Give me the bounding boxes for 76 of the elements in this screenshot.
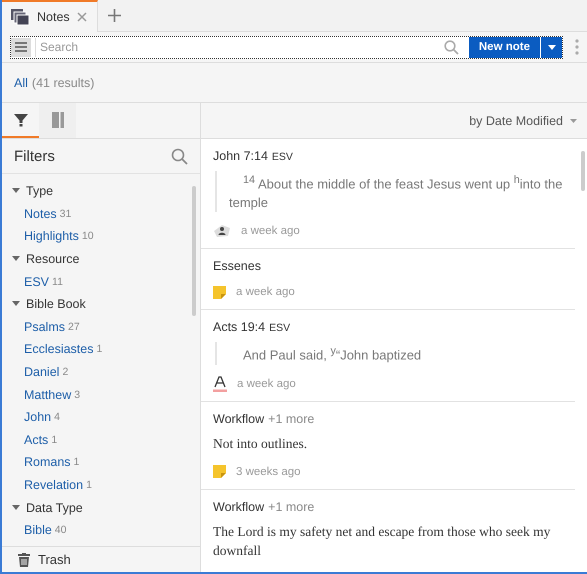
highlight-icon [213,376,227,392]
more-tags: +1 more [268,412,314,426]
filter-count: 3 [74,388,80,401]
note-title[interactable]: John 7:14 [213,149,268,163]
note-body: The Lord is my safety net and escape from those who seek my downfall [213,522,552,560]
filter-count: 1 [51,434,58,446]
note-title[interactable]: Essenes [213,259,261,274]
menu-icon[interactable] [14,41,28,53]
note-time: a week ago [241,225,300,238]
note-body: Not into outlines. [213,434,308,453]
sticky-note-icon [213,465,226,478]
close-icon[interactable] [76,12,87,22]
caret-icon[interactable] [12,301,20,308]
menu-button[interactable] [11,38,31,56]
filter-item[interactable]: Daniel [24,365,60,380]
filter-group[interactable]: Data Type [2,496,192,519]
caret-icon[interactable] [570,118,577,122]
filters-title: Filters [14,148,55,164]
filter-count: 10 [82,230,94,242]
filter-count: 31 [60,208,72,220]
search-bar[interactable]: Search New note [10,36,563,58]
tab-label: Notes [37,10,70,24]
filter-item[interactable]: John [24,410,52,424]
caret-icon[interactable] [12,188,20,194]
book-icon[interactable] [52,112,64,128]
sticky-note-icon [213,286,226,299]
filter-count: 1 [86,479,92,492]
sort-dropdown[interactable]: by Date Modified [469,114,577,128]
filter-item[interactable]: Matthew [24,388,72,402]
filter-count: 2 [62,366,68,378]
filter-item[interactable]: Notes [24,206,57,221]
filter-item[interactable]: Ecclesiastes [24,342,94,356]
search-icon[interactable] [171,148,188,164]
note-title[interactable]: Workflow [213,500,264,514]
result-count: (41 results) [32,76,94,90]
trash-button[interactable]: Trash [2,546,200,572]
funnel-icon[interactable] [14,112,28,126]
filter-group[interactable]: Type [2,180,192,203]
version-label: ESV [269,322,290,334]
version-label: ESV [272,151,293,163]
filter-count: 4 [54,411,60,424]
filter-count: 11 [52,276,63,288]
verse-quote: $^{14}$ About the middle of the feast Jesus went up $^{h}$into the temple [215,171,575,212]
filter-item[interactable]: Acts [24,432,48,447]
add-tab-icon[interactable] [108,9,121,22]
filter-group[interactable]: Bible Book [2,292,192,316]
stacked-pages-icon [10,8,30,26]
new-note-button[interactable]: New note [468,36,540,58]
note-time: a week ago [236,286,295,298]
note-time: 3 weeks ago [236,466,301,478]
caret-icon[interactable] [12,256,20,262]
filter-item[interactable]: Bible [24,523,52,538]
notes-tab[interactable]: Notes [2,0,98,32]
filter-group[interactable]: Resource [2,248,192,270]
filter-count: 40 [54,524,66,536]
all-link[interactable]: All [14,76,28,90]
caret-icon[interactable] [548,44,556,50]
filter-item[interactable]: Psalms [24,320,65,334]
note-title[interactable]: Workflow [213,412,264,426]
filter-item[interactable]: Revelation [24,478,84,492]
scrollbar[interactable] [581,151,585,191]
search-field[interactable]: Search [36,40,444,54]
filter-count: 1 [96,343,102,356]
filter-item[interactable]: ESV [24,274,50,289]
note-title[interactable]: Acts 19:4 [213,320,266,334]
caret-icon[interactable] [12,504,20,511]
filter-count: 1 [74,456,80,468]
more-tags: +1 more [268,500,314,514]
trash-icon[interactable] [18,552,30,566]
note-time: a week ago [237,378,296,390]
filter-item[interactable]: Romans [24,455,71,470]
verse-quote: And Paul said, $^{y}$“John baptized [215,342,575,365]
person-icon [213,224,231,238]
filter-item[interactable]: Highlights [24,229,79,244]
dropdown-button[interactable] [540,36,562,58]
filter-count: 27 [68,320,80,333]
